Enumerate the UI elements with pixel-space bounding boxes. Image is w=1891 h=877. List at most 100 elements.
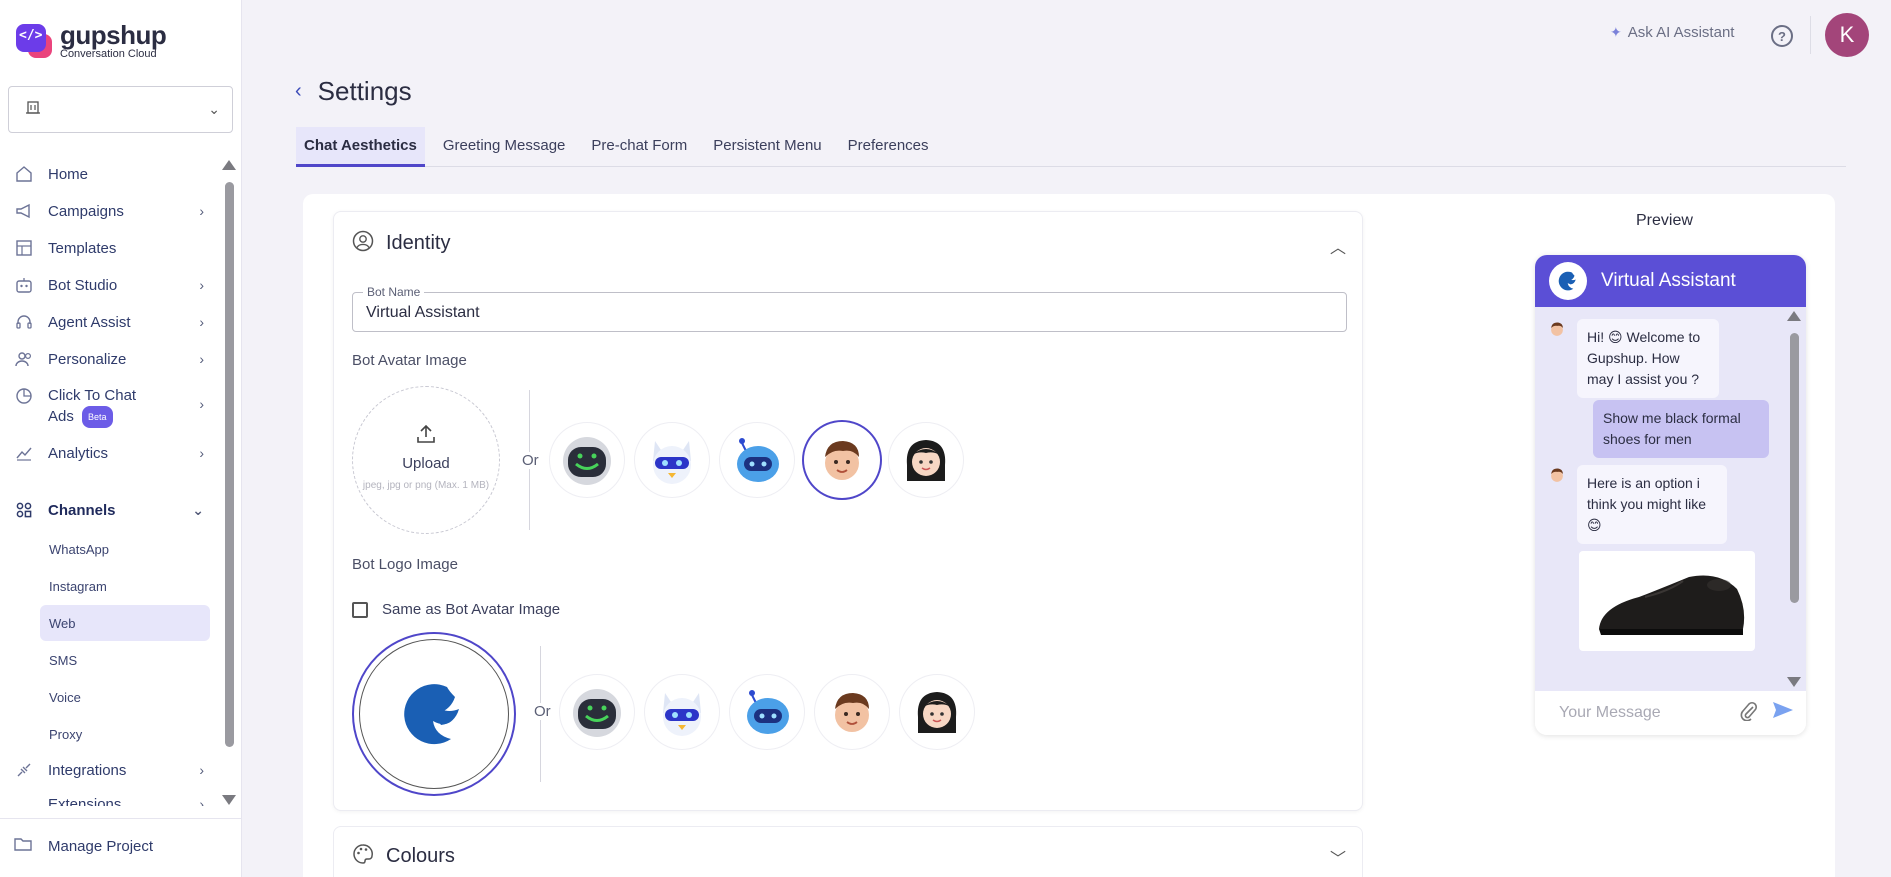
boy-avatar-icon (825, 441, 859, 480)
avatar-option-boy-selected[interactable] (804, 422, 880, 498)
tab-preferences[interactable]: Preferences (840, 127, 937, 167)
scroll-thumb[interactable] (225, 182, 234, 747)
plug-icon (14, 760, 34, 780)
widget-scrollbar[interactable] (1787, 311, 1801, 687)
colours-section[interactable]: Colours ﹀ (333, 826, 1363, 877)
scroll-down-arrow-icon[interactable] (1787, 677, 1801, 687)
identity-title: Identity (386, 232, 451, 254)
ask-ai-assistant-button[interactable]: ✦ Ask AI Assistant (1610, 24, 1734, 41)
widget-chat-body: Hi! 😊 Welcome to Gupshup. How may I assi… (1535, 307, 1806, 691)
sidebar-item-personalize[interactable]: Personalize › (14, 349, 204, 369)
avatar-option-robot-blue[interactable] (720, 423, 794, 497)
gupshup-c-logo-icon (404, 684, 459, 745)
scroll-thumb[interactable] (1790, 333, 1799, 603)
megaphone-icon (14, 201, 34, 221)
checkbox-icon[interactable] (352, 601, 368, 618)
manage-project-button[interactable]: Manage Project (14, 836, 153, 856)
channel-whatsapp[interactable]: WhatsApp (40, 531, 210, 567)
avatar-option-robot-green[interactable] (550, 423, 624, 497)
sidebar-item-campaigns[interactable]: Campaigns › (14, 201, 204, 221)
sidebar-item-channels[interactable]: Channels ⌄ (14, 500, 204, 520)
channel-web[interactable]: Web (40, 605, 210, 641)
settings-tabs: Chat Aesthetics Greeting Message Pre-cha… (296, 127, 1846, 167)
robot-blue-icon (737, 438, 779, 482)
or-label: Or (532, 703, 553, 720)
shoe-image (1599, 575, 1745, 635)
message-input[interactable]: Your Message (1559, 704, 1740, 722)
chevron-down-icon: ⌄ (192, 501, 204, 518)
or-label: Or (520, 452, 541, 469)
tab-pre-chat-form[interactable]: Pre-chat Form (583, 127, 695, 167)
product-card[interactable] (1579, 551, 1755, 651)
channels-icon (14, 500, 34, 520)
templates-icon (14, 238, 34, 258)
tab-chat-aesthetics[interactable]: Chat Aesthetics (296, 127, 425, 167)
sidebar-item-bot-studio[interactable]: Bot Studio › (14, 275, 204, 295)
channel-proxy[interactable]: Proxy (40, 716, 210, 752)
sidebar: </> gupshup Conversation Cloud ⌄ Home Ca… (0, 0, 242, 877)
channel-voice[interactable]: Voice (40, 679, 210, 715)
gupshup-logo-icon: </> (14, 22, 54, 62)
chevron-right-icon: › (199, 203, 204, 219)
scroll-up-arrow-icon[interactable] (1787, 311, 1801, 321)
avatar-option-robot-cat[interactable] (635, 423, 709, 497)
girl-avatar-icon (917, 692, 957, 733)
tab-persistent-menu[interactable]: Persistent Menu (705, 127, 829, 167)
colours-header[interactable]: Colours (352, 843, 455, 870)
logo-option-girl[interactable] (900, 675, 974, 749)
chevron-up-icon[interactable]: ︿ (1330, 234, 1346, 258)
sidebar-item-home[interactable]: Home (14, 164, 204, 184)
help-icon[interactable]: ? (1771, 25, 1793, 47)
sparkle-icon: ✦ (1610, 24, 1622, 40)
same-as-avatar-checkbox[interactable]: Same as Bot Avatar Image (352, 601, 560, 618)
robot-cat-icon (653, 441, 691, 484)
robot-green-icon (573, 689, 621, 737)
back-arrow-icon[interactable]: ‹ (295, 80, 302, 103)
sidebar-item-extensions[interactable]: Extensions › (14, 796, 204, 806)
identity-header[interactable]: Identity (352, 230, 450, 257)
robot-green-icon (563, 437, 611, 485)
sidebar-item-analytics[interactable]: Analytics › (14, 443, 204, 463)
chevron-down-icon[interactable]: ﹀ (1330, 845, 1346, 869)
bot-logo-selected[interactable] (352, 632, 516, 796)
bot-avatar-label: Bot Avatar Image (352, 352, 467, 369)
sidebar-item-agent-assist[interactable]: Agent Assist › (14, 312, 204, 332)
sidebar-item-templates[interactable]: Templates (14, 238, 204, 258)
colours-title: Colours (386, 845, 455, 867)
user-avatar[interactable]: K (1825, 13, 1869, 57)
extensions-icon (14, 796, 34, 806)
bot-logo-label: Bot Logo Image (352, 556, 458, 573)
avatar-upload-dropzone[interactable]: Upload jpeg, jpg or png (Max. 1 MB) (352, 386, 500, 534)
boy-avatar-icon (835, 693, 869, 732)
chevron-right-icon: › (199, 445, 204, 461)
chevron-right-icon: › (199, 314, 204, 330)
line-chart-icon (14, 443, 34, 463)
tab-greeting-message[interactable]: Greeting Message (435, 127, 574, 167)
upload-icon (353, 423, 499, 451)
channel-instagram[interactable]: Instagram (40, 568, 210, 604)
boy-avatar-icon (1551, 322, 1563, 336)
scroll-down-arrow-icon[interactable] (222, 795, 236, 805)
topbar-divider (1810, 16, 1811, 54)
send-icon[interactable] (1772, 700, 1794, 726)
widget-input-bar: Your Message (1535, 691, 1806, 735)
sidebar-scrollbar[interactable] (222, 160, 236, 805)
logo-option-robot-green[interactable] (560, 675, 634, 749)
logo-option-robot-blue[interactable] (730, 675, 804, 749)
sidebar-item-integrations[interactable]: Integrations › (14, 760, 204, 780)
project-select[interactable]: ⌄ (8, 86, 233, 133)
bot-name-input[interactable]: Virtual Assistant (366, 304, 480, 322)
sidebar-item-click-to-chat-ads[interactable]: Click To Chat Ads Beta › (14, 386, 204, 428)
gupshup-logo[interactable]: </> gupshup Conversation Cloud (14, 22, 167, 62)
scroll-up-arrow-icon[interactable] (222, 160, 236, 170)
avatar-option-girl[interactable] (889, 423, 963, 497)
bot-name-field[interactable]: Bot Name Virtual Assistant (352, 285, 1347, 332)
logo-option-robot-cat[interactable] (645, 675, 719, 749)
channel-sms[interactable]: SMS (40, 642, 210, 678)
page-header: ‹ Settings (295, 76, 412, 107)
page-title: Settings (317, 76, 412, 106)
logo-option-boy[interactable] (815, 675, 889, 749)
paperclip-icon[interactable] (1740, 701, 1758, 726)
building-icon (25, 99, 41, 120)
chevron-right-icon: › (199, 277, 204, 293)
